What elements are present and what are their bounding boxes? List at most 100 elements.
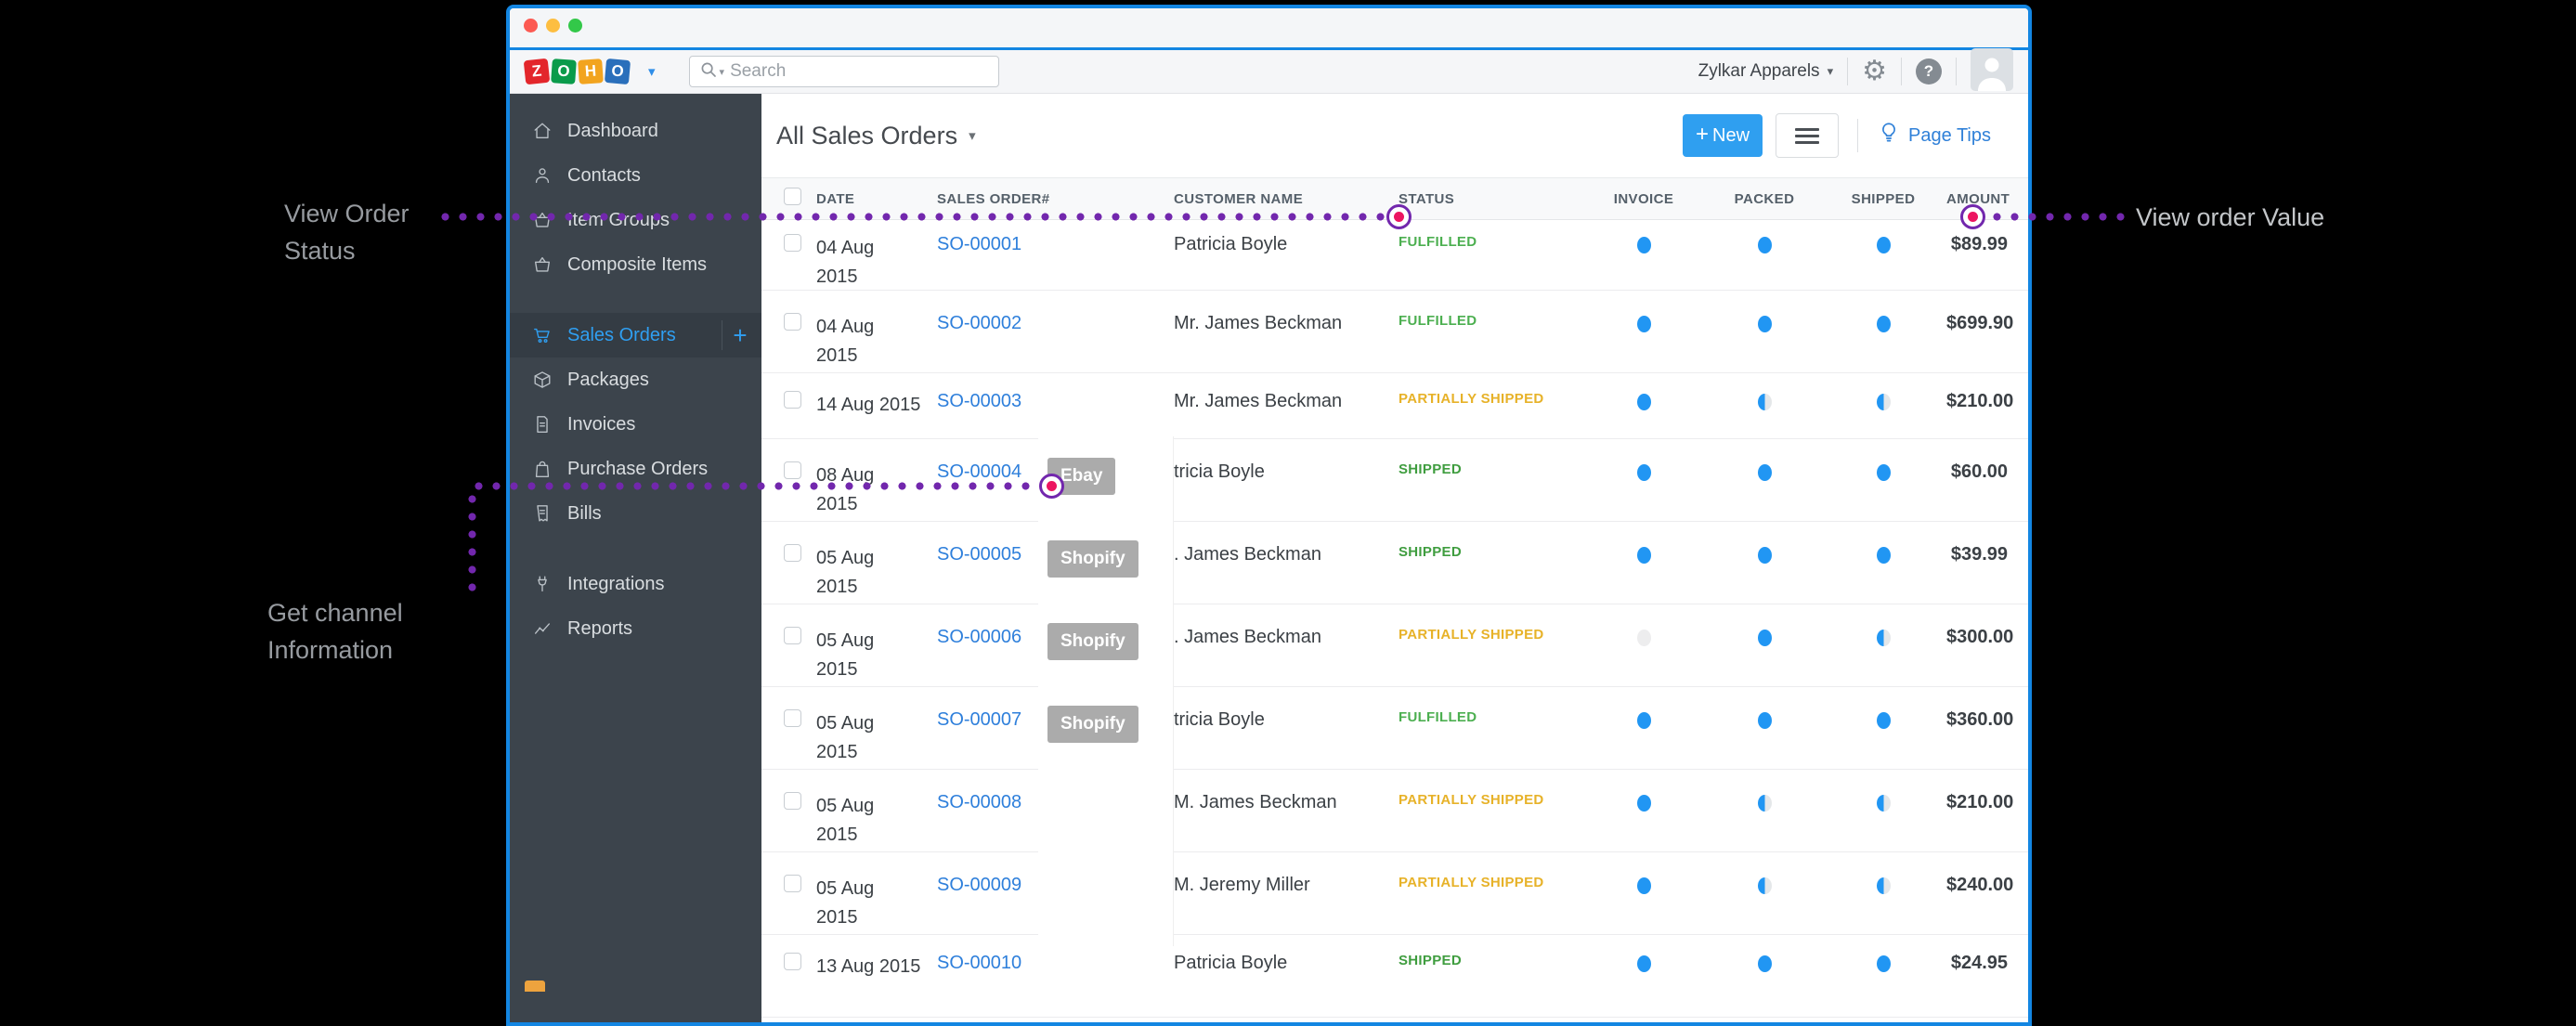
order-date: 05 Aug 2015 [816,522,937,602]
order-status: FULFILLED [1399,291,1579,329]
table-row[interactable]: 04 Aug 2015SO-00001Patricia BoyleFULFILL… [761,220,2028,291]
sidebar-item-packages[interactable]: Packages [510,357,761,402]
box-icon [532,370,553,390]
customer-name: M. Jeremy Miller [1174,852,1399,896]
sales-order-link[interactable]: SO-00006 [937,627,1021,647]
customer-name: tricia Boyle [1174,439,1399,483]
new-sales-order-button[interactable]: + New [1683,114,1763,157]
column-header-sales-order[interactable]: SALES ORDER# [937,191,1174,207]
sidebar-item-label: Bills [567,503,761,525]
order-date: 04 Aug 2015 [816,291,937,370]
plus-icon: + [1696,122,1709,148]
column-header-shipped[interactable]: SHIPPED [1852,191,1916,207]
select-all-checkbox[interactable] [784,188,801,205]
status-annotation-endpoint [1386,204,1412,229]
column-header-invoice[interactable]: INVOICE [1614,191,1673,207]
packed-status-dot [1758,237,1772,253]
settings-gear-icon[interactable]: ⚙ [1862,58,1887,85]
column-header-customer[interactable]: CUSTOMER NAME [1174,191,1399,207]
sidebar-item-contacts[interactable]: Contacts [510,153,761,198]
toolbar-divider [1956,58,1957,85]
column-header-amount[interactable]: AMOUNT [1946,191,2010,207]
org-switcher[interactable]: Zylkar Apparels ▾ [1698,61,1833,82]
order-amount: $240.00 [1946,852,2013,896]
document-icon [532,414,553,435]
row-checkbox[interactable] [784,391,801,409]
status-annotation-line [436,213,1386,221]
row-checkbox[interactable] [784,875,801,892]
sidebar-item-integrations[interactable]: Integrations [510,562,761,606]
zoom-window-icon[interactable] [568,19,582,32]
table-row[interactable]: 05 Aug 2015SO-00008M. James BeckmanPARTI… [761,770,2028,852]
row-checkbox[interactable] [784,792,801,810]
sidebar-item-reports[interactable]: Reports [510,606,761,651]
row-checkbox[interactable] [784,461,801,479]
row-checkbox[interactable] [784,313,801,331]
close-window-icon[interactable] [524,19,538,32]
table-row[interactable]: 05 Aug 2015SO-00007tricia BoyleFULFILLED… [761,687,2028,770]
zoho-tile-icon: H [578,58,604,84]
order-amount: $360.00 [1946,687,2013,731]
column-header-status[interactable]: STATUS [1399,191,1579,207]
global-search[interactable]: ▾ [689,56,999,87]
sales-order-link[interactable]: SO-00007 [937,709,1021,730]
sidebar-group: Sales Orders+PackagesInvoicesPurchase Or… [510,313,761,536]
sales-order-link[interactable]: SO-00010 [937,953,1021,973]
list-view-menu-button[interactable] [1776,113,1839,158]
chart-icon [532,618,553,639]
sales-order-link[interactable]: SO-00003 [937,391,1021,411]
minimize-window-icon[interactable] [546,19,560,32]
order-status: PARTIALLY SHIPPED [1399,604,1579,643]
table-row[interactable]: 13 Aug 2015SO-00010Patricia BoyleSHIPPED… [761,935,2028,1018]
sidebar-item-label: Integrations [567,574,761,595]
sidebar-item-label: Reports [567,618,761,640]
row-checkbox[interactable] [784,709,801,727]
invoice-status-dot [1637,237,1651,253]
order-date: 05 Aug 2015 [816,604,937,684]
view-selector[interactable]: All Sales Orders ▾ [776,122,976,150]
sales-order-link[interactable]: SO-00008 [937,792,1021,812]
user-avatar[interactable] [1971,48,2013,96]
order-status: PARTIALLY SHIPPED [1399,373,1579,407]
sidebar-item-dashboard[interactable]: Dashboard [510,109,761,153]
sales-order-link[interactable]: SO-00001 [937,234,1021,254]
table-row[interactable]: 14 Aug 2015SO-00003Mr. James BeckmanPART… [761,373,2028,439]
column-header-date[interactable]: DATE [816,191,937,207]
order-status: FULFILLED [1399,220,1579,250]
zoho-logo[interactable]: ZOHO ▾ [525,59,656,84]
row-checkbox[interactable] [784,234,801,252]
packed-status-dot [1758,795,1772,812]
help-icon[interactable]: ? [1916,58,1942,84]
sidebar-item-composite-items[interactable]: Composite Items [510,242,761,287]
chat-widget-icon[interactable] [525,981,545,992]
sidebar-item-sales-orders[interactable]: Sales Orders+ [510,313,761,357]
row-checkbox[interactable] [784,953,801,970]
table-row[interactable]: 08 Aug 2015SO-00004tricia BoyleSHIPPED$6… [761,439,2028,522]
table-row[interactable]: 05 Aug 2015SO-00006. James BeckmanPARTIA… [761,604,2028,687]
table-row[interactable]: 05 Aug 2015SO-00005. James BeckmanSHIPPE… [761,522,2028,604]
table-row[interactable]: 05 Aug 2015SO-00009M. Jeremy MillerPARTI… [761,852,2028,935]
sidebar-item-label: Invoices [567,414,761,435]
zoho-tile-icon: Z [524,58,551,85]
sales-order-link[interactable]: SO-00002 [937,313,1021,333]
invoice-status-dot [1637,877,1651,894]
sales-order-link[interactable]: SO-00009 [937,875,1021,895]
row-checkbox[interactable] [784,544,801,562]
packed-status-dot [1758,316,1772,332]
packed-status-dot [1758,630,1772,646]
add-sales-order-button[interactable]: + [722,320,758,350]
search-input[interactable] [728,60,988,83]
sales-order-link[interactable]: SO-00004 [937,461,1021,482]
packed-status-dot [1758,712,1772,729]
table-row[interactable]: 04 Aug 2015SO-00002Mr. James BeckmanFULF… [761,291,2028,373]
customer-name: Patricia Boyle [1174,935,1399,974]
column-header-packed[interactable]: PACKED [1735,191,1795,207]
sales-order-link[interactable]: SO-00005 [937,544,1021,565]
sidebar-item-bills[interactable]: Bills [510,491,761,536]
sidebar-item-invoices[interactable]: Invoices [510,402,761,447]
row-checkbox[interactable] [784,627,801,644]
amount-annotation-line [1988,213,2126,221]
page-tips-button[interactable]: Page Tips [1877,121,1991,150]
product-switcher-caret-icon[interactable]: ▾ [648,63,656,80]
search-scope-caret-icon[interactable]: ▾ [720,66,725,78]
